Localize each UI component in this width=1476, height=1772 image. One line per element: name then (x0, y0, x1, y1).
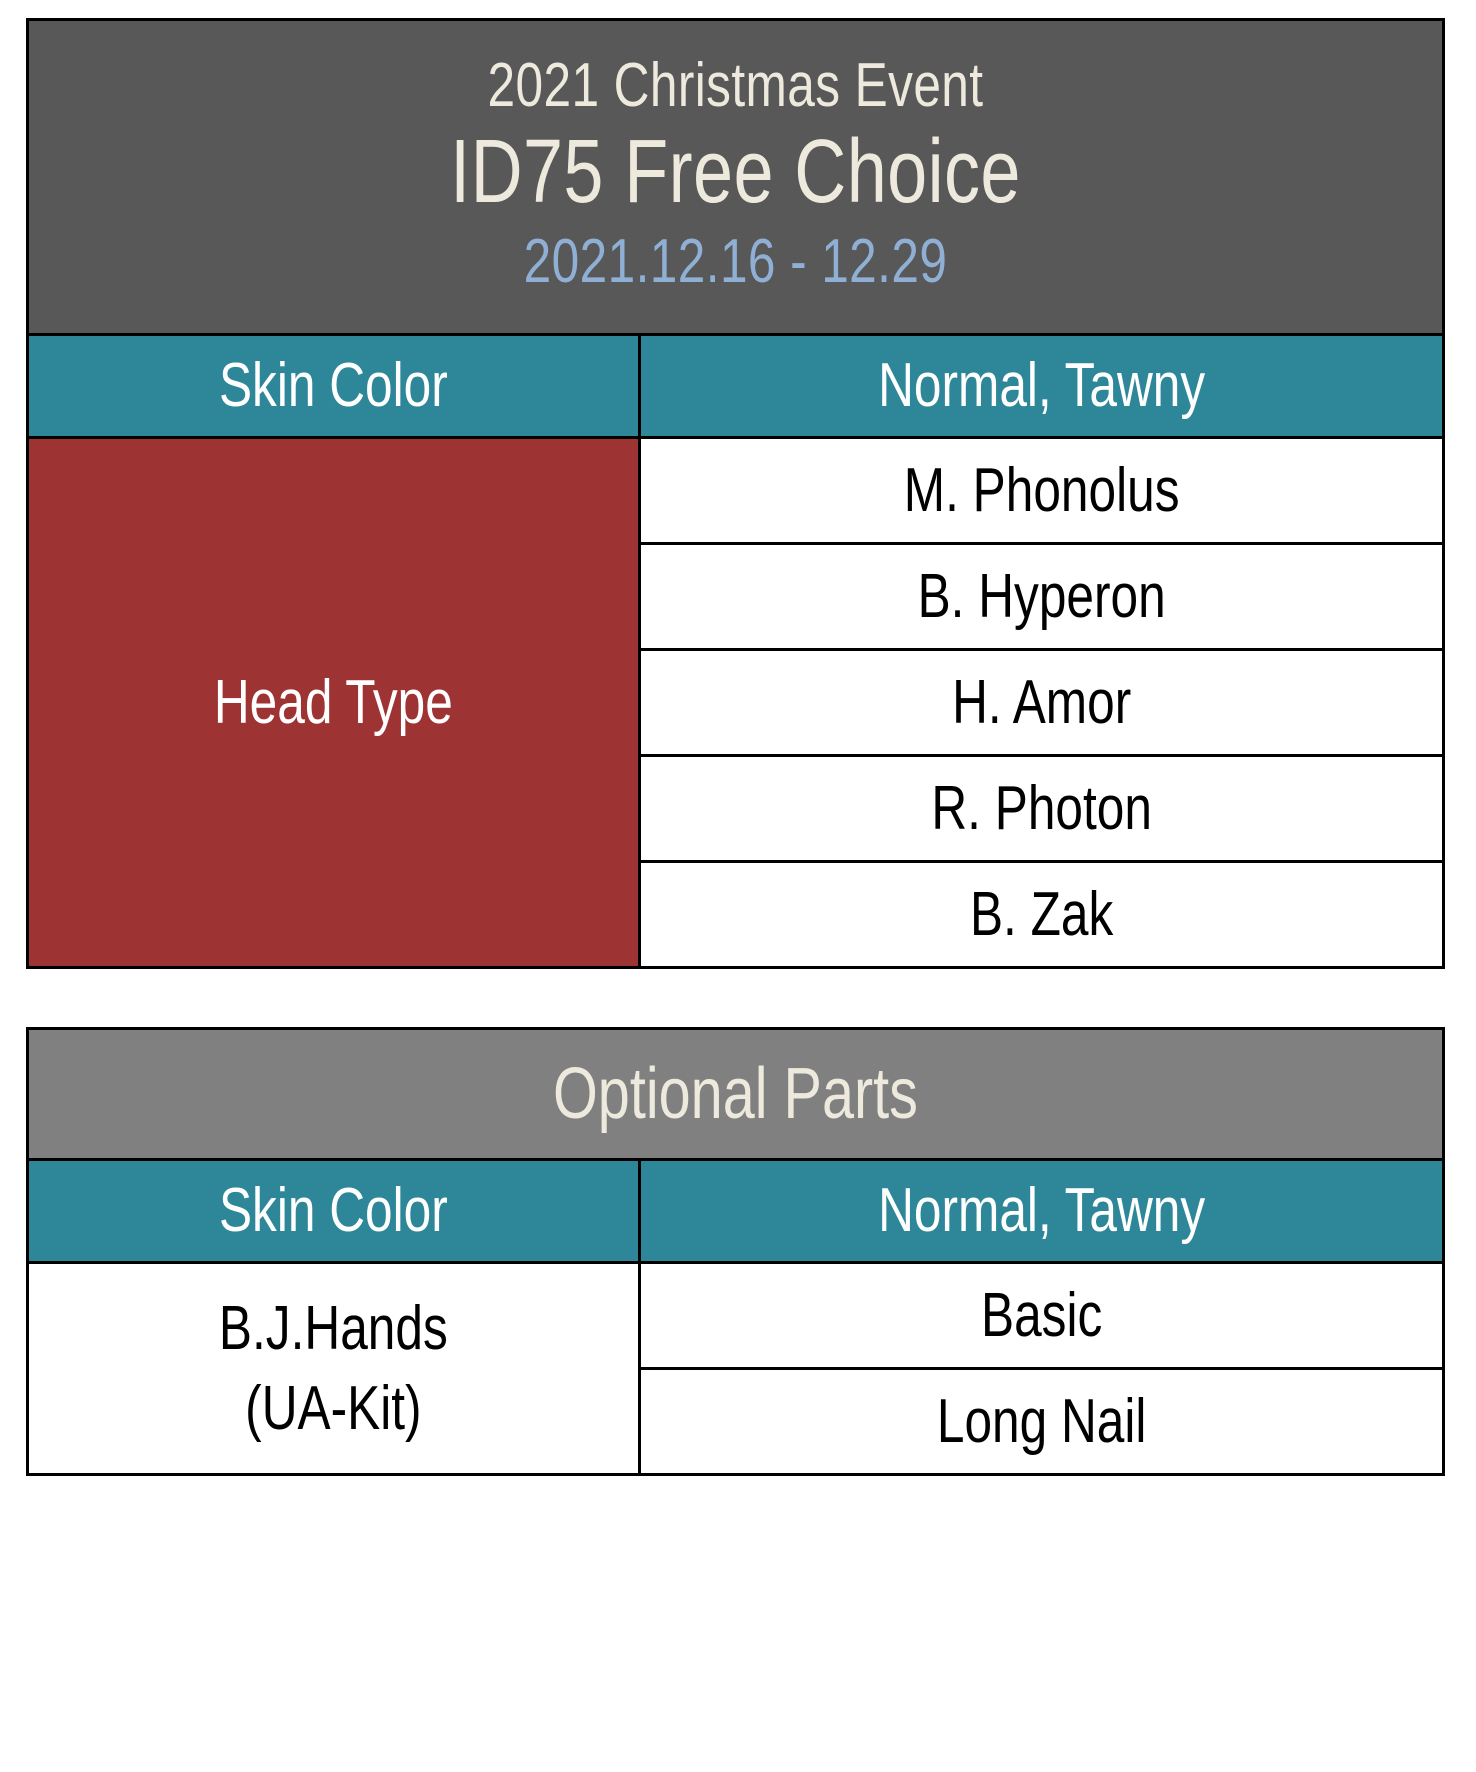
main-title-cell: 2021 Christmas Event ID75 Free Choice 20… (26, 18, 1445, 336)
optional-parts-table: Optional Parts Skin Color Normal, Tawny … (26, 1027, 1446, 1476)
head-type-option-label: B. Zak (969, 879, 1114, 949)
head-type-option-cell: B. Zak (637, 860, 1446, 969)
head-type-label-cell: Head Type (26, 436, 641, 969)
main-header-skin-color: Skin Color (26, 333, 641, 439)
head-type-option-cell: R. Photon (637, 754, 1446, 863)
bj-hands-option-label: Basic (980, 1280, 1102, 1350)
head-type-option-cell: H. Amor (637, 648, 1446, 757)
table-row: B.J.Hands (UA-Kit) Basic (26, 1261, 1446, 1476)
bj-hands-option-cell: Long Nail (637, 1367, 1446, 1476)
main-title-row: 2021 Christmas Event ID75 Free Choice 20… (26, 18, 1445, 336)
bj-hands-option-label: Long Nail (936, 1386, 1147, 1456)
head-type-option-label: R. Photon (931, 773, 1152, 843)
head-type-option-label: M. Phonolus (903, 455, 1180, 525)
table-row: Head Type M. Phonolus (26, 436, 1446, 969)
bj-hands-option-cell: Basic (637, 1261, 1446, 1370)
main-header-skin-values: Normal, Tawny (637, 333, 1446, 439)
optional-header-skin-color: Skin Color (26, 1158, 641, 1264)
optional-header-skin-values: Normal, Tawny (637, 1158, 1446, 1264)
page-root: 2021 Christmas Event ID75 Free Choice 20… (0, 0, 1476, 1772)
event-subtitle: 2021 Christmas Event (487, 51, 984, 120)
optional-header-row: Skin Color Normal, Tawny (26, 1158, 1446, 1264)
head-type-option-cell: M. Phonolus (637, 436, 1446, 545)
bj-hands-label-line1: B.J.Hands (218, 1294, 448, 1364)
optional-header-skin-color-label: Skin Color (218, 1176, 448, 1245)
head-type-label: Head Type (213, 667, 453, 737)
optional-header-skin-values-label: Normal, Tawny (877, 1176, 1205, 1245)
head-type-option-label: H. Amor (951, 667, 1131, 737)
optional-banner-row: Optional Parts (26, 1027, 1445, 1161)
optional-parts-banner-label: Optional Parts (553, 1054, 918, 1134)
table-spacer (26, 969, 1445, 1027)
head-type-option-cell: B. Hyperon (637, 542, 1446, 651)
event-daterange: 2021.12.16 - 12.29 (523, 227, 948, 296)
optional-parts-banner-cell: Optional Parts (26, 1027, 1445, 1161)
head-type-option-label: B. Hyperon (917, 561, 1166, 631)
main-header-skin-color-label: Skin Color (218, 351, 448, 420)
bj-hands-label-line2: (UA-Kit) (245, 1373, 422, 1443)
bj-hands-label-cell: B.J.Hands (UA-Kit) (26, 1261, 641, 1476)
main-header-row: Skin Color Normal, Tawny (26, 333, 1446, 439)
main-table: 2021 Christmas Event ID75 Free Choice 20… (26, 18, 1446, 969)
main-header-skin-values-label: Normal, Tawny (877, 351, 1205, 420)
event-heading: ID75 Free Choice (450, 122, 1021, 222)
